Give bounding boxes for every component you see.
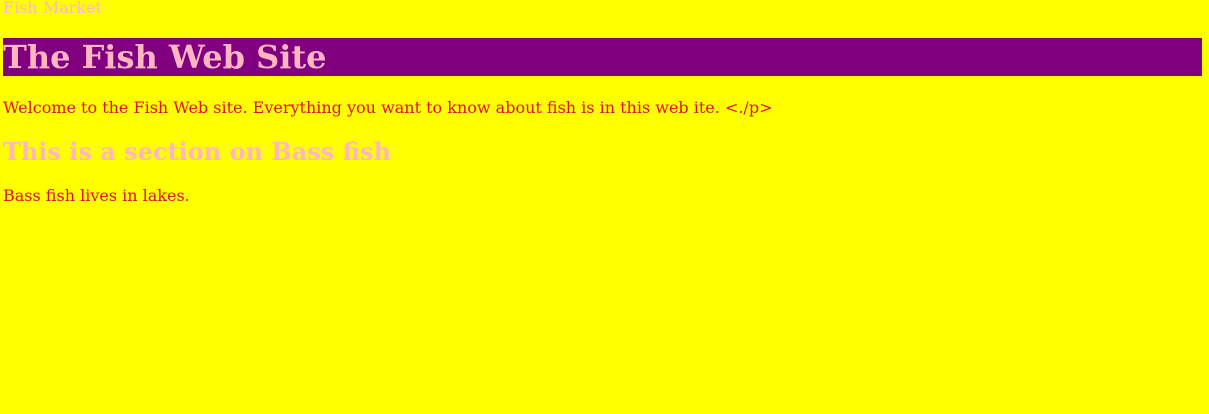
section-paragraph-bass: Bass fish lives in lakes. [3,186,190,205]
page-content: Fish Market The Fish Web Site Welcome to… [3,0,1202,206]
intro-paragraph: Welcome to the Fish Web site. Everything… [3,98,773,117]
page-title: The Fish Web Site [3,38,1202,76]
section-heading-bass: This is a section on Bass fish [3,137,392,166]
site-label: Fish Market [3,0,102,17]
